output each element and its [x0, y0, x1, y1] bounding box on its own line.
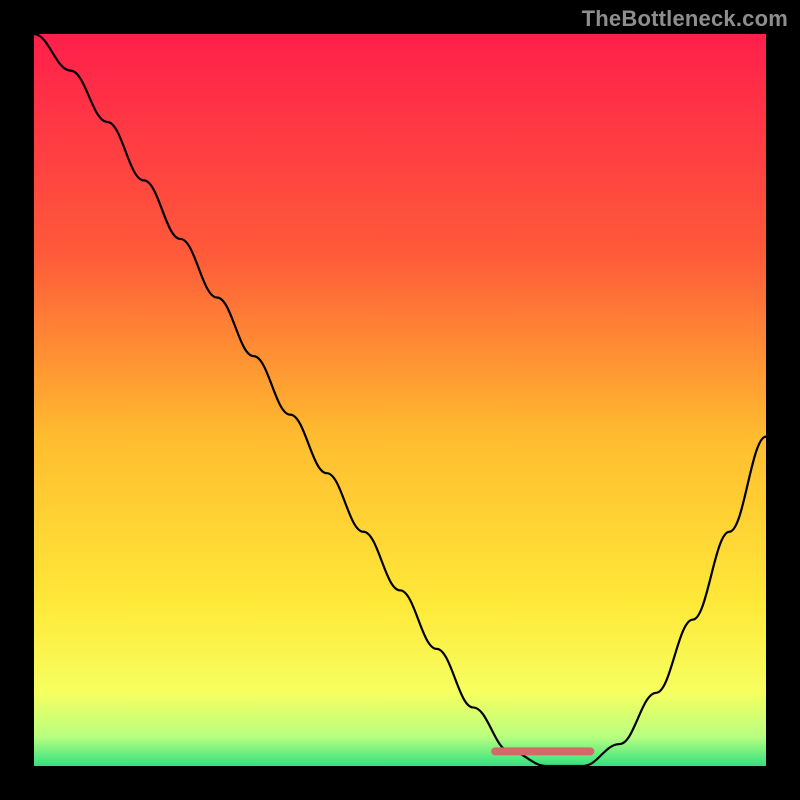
gradient-background [34, 34, 766, 766]
chart-frame: TheBottleneck.com [0, 0, 800, 800]
plot-svg [34, 34, 766, 766]
watermark-text: TheBottleneck.com [582, 6, 788, 32]
plot-area [34, 34, 766, 766]
